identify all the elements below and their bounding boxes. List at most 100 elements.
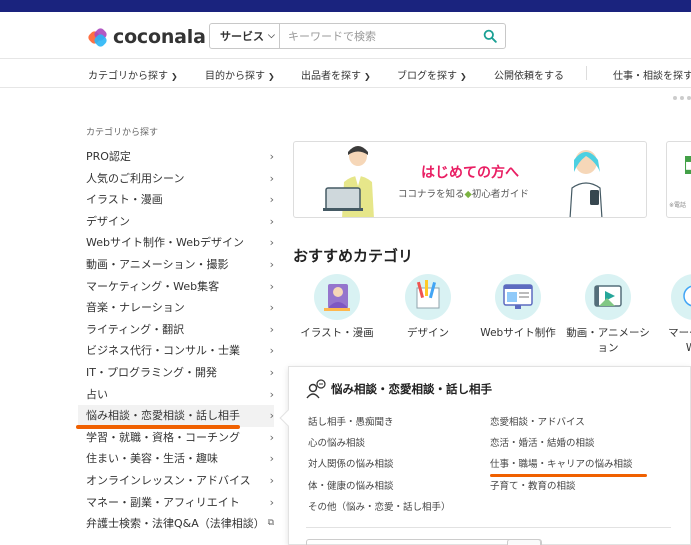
nav-purpose-label: 目的から探す <box>205 71 265 82</box>
category-label: イラスト・漫画 <box>300 327 374 339</box>
sidebar-item-label: イラスト・漫画 <box>86 193 163 207</box>
banner-subtitle: ココナラを知る◆初心者ガイド <box>398 186 529 200</box>
sidebar-item-lawyer[interactable]: 弁護士検索・法律Q&A（法律相談） ⧉ <box>86 513 274 535</box>
recommended-category-website[interactable]: Webサイト制作 <box>475 274 561 341</box>
chevron-down-icon: ⌵ <box>268 31 275 41</box>
sidebar-item-video[interactable]: 動画・アニメーション・撮影 › <box>86 254 274 276</box>
chevron-right-icon: › <box>269 150 274 163</box>
search-input[interactable] <box>280 24 475 48</box>
beginner-mark-icon: ◆ <box>464 189 472 200</box>
nav-sellers-label: 出品者を探す <box>301 71 361 82</box>
sidebar-item-writing[interactable]: ライティング・翻訳 › <box>86 319 274 341</box>
banner-title: はじめての方へ <box>421 165 519 181</box>
sidebar-item-online-lesson[interactable]: オンラインレッスン・アドバイス › <box>86 470 274 492</box>
carousel-dots <box>673 96 691 100</box>
sidebar-item-consultation[interactable]: 悩み相談・恋愛相談・話し相手 › <box>78 405 274 427</box>
design-icon <box>405 274 451 320</box>
person-with-phone-illustration <box>569 150 603 217</box>
recommended-category-marketing[interactable]: マーケティ We <box>651 274 691 356</box>
chevron-right-icon: › <box>269 409 274 423</box>
subcategory-link[interactable]: 子育て・教育の相談 <box>490 478 633 499</box>
sidebar-item-label: IT・プログラミング・開発 <box>86 365 217 379</box>
recommended-category-illustration[interactable]: イラスト・漫画 <box>294 274 380 341</box>
category-label: マーケティ We <box>668 327 691 354</box>
subcategory-link[interactable]: その他（悩み・恋愛・話し相手） <box>308 499 451 520</box>
carousel-dot[interactable] <box>687 96 691 100</box>
banner-subtitle-text: ココナラを知る <box>398 189 465 200</box>
search-type-select[interactable]: サービス ⌵ <box>210 24 280 48</box>
subcategory-link[interactable]: 話し相手・愚痴聞き <box>308 414 451 435</box>
sidebar-item-pro[interactable]: PRO認定 › <box>86 146 274 168</box>
chevron-right-icon: › <box>269 452 274 466</box>
chevron-right-icon: › <box>269 430 274 444</box>
highlight-underline <box>76 425 240 429</box>
subcategory-link[interactable]: 恋愛相談・アドバイス <box>490 414 633 435</box>
panel-pointer <box>279 409 297 427</box>
banner-subtitle-text-2: 初心者ガイド <box>471 189 529 200</box>
sidebar-item-label: 占い <box>86 387 108 401</box>
chevron-right-icon: › <box>269 193 274 207</box>
search-bar: サービス ⌵ <box>209 23 506 49</box>
sidebar-item-fortune[interactable]: 占い › <box>86 384 274 406</box>
sidebar-item-label: 音楽・ナレーション <box>86 301 185 315</box>
sidebar-item-marketing[interactable]: マーケティング・Web集客 › <box>86 276 274 298</box>
search-type-label: サービス <box>220 30 264 43</box>
subcategory-flyout-panel: 悩み相談・恋愛相談・話し相手 話し相手・愚痴聞き 心の悩み相談 対人関係の悩み相… <box>279 366 691 545</box>
sidebar-item-illustration[interactable]: イラスト・漫画 › <box>86 189 274 211</box>
sidebar-category-list: PRO認定 › 人気のご利用シーン › イラスト・漫画 › デザイン › Webサイト制… <box>78 146 274 535</box>
panel-header: 悩み相談・恋愛相談・話し相手 <box>306 379 492 399</box>
chevron-right-icon: › <box>269 365 274 379</box>
sidebar-item-music[interactable]: 音楽・ナレーション › <box>86 297 274 319</box>
recommended-category-video[interactable]: 動画・アニメーション <box>565 274 651 356</box>
chevron-right-icon: › <box>269 236 274 250</box>
search-button[interactable] <box>475 24 505 48</box>
panel-title: 悩み相談・恋愛相談・話し相手 <box>331 382 492 396</box>
global-nav: カテゴリから探す ❯ 目的から探す ❯ 出品者を探す ❯ ブログを探す ❯ 公開依頼をす… <box>0 58 691 88</box>
person-with-laptop-illustration <box>323 146 374 217</box>
category-label: Webサイト制作 <box>480 327 556 339</box>
chevron-right-icon: › <box>269 301 274 315</box>
subcategory-link[interactable]: 恋活・婚活・結婚の相談 <box>490 435 633 456</box>
subcategory-link[interactable]: 対人関係の悩み相談 <box>308 456 451 477</box>
panel-right-column: 恋愛相談・アドバイス 恋活・婚活・結婚の相談 仕事・職場・キャリアの悩み相談 子… <box>490 414 633 499</box>
sidebar-item-money[interactable]: マネー・副業・アフィリエイト › <box>86 492 274 514</box>
recommended-category-design[interactable]: デザイン <box>385 274 471 341</box>
sidebar-item-label: ライティング・翻訳 <box>86 322 185 336</box>
sidebar-item-business[interactable]: ビジネス代行・コンサル・士業 › <box>86 340 274 362</box>
nav-public-request[interactable]: 公開依頼をする <box>494 67 564 82</box>
sidebar-item-label: ビジネス代行・コンサル・士業 <box>86 344 240 358</box>
nav-divider <box>586 66 587 80</box>
sidebar-item-learning[interactable]: 学習・就職・資格・コーチング › <box>86 427 274 449</box>
sidebar-item-lifestyle[interactable]: 住まい・美容・生活・趣味 › <box>86 448 274 470</box>
illustration-icon <box>314 274 360 320</box>
banner2-small-text: ※電話 <box>669 202 687 209</box>
chevron-right-icon: › <box>269 473 274 487</box>
carousel-dot[interactable] <box>680 96 684 100</box>
nav-jobs[interactable]: 仕事・相談を探す❯ <box>613 67 691 82</box>
panel-search-button[interactable] <box>507 539 541 545</box>
banner2-badge-icon: ◼ <box>685 156 691 174</box>
sidebar-item-web[interactable]: Webサイト制作・Webデザイン › <box>86 232 274 254</box>
subcategory-link[interactable]: 体・健康の悩み相談 <box>308 478 451 499</box>
carousel-dot[interactable] <box>673 96 677 100</box>
sidebar-item-label: 人気のご利用シーン <box>86 171 185 185</box>
coconala-logo[interactable]: coconala <box>86 26 206 49</box>
sidebar-item-label: 悩み相談・恋愛相談・話し相手 <box>86 409 240 423</box>
chevron-down-icon: ❯ <box>364 72 371 81</box>
secondary-banner[interactable]: ◼ ※電話 <box>666 141 691 218</box>
sidebar-item-design[interactable]: デザイン › <box>86 211 274 233</box>
chevron-right-icon: › <box>269 257 274 271</box>
highlight-underline <box>490 474 647 477</box>
sidebar-item-label: 動画・アニメーション・撮影 <box>86 257 229 271</box>
subcategory-link[interactable]: 心の悩み相談 <box>308 435 451 456</box>
sidebar-item-popular-scenes[interactable]: 人気のご利用シーン › <box>86 168 274 190</box>
nav-sellers[interactable]: 出品者を探す ❯ <box>301 67 371 82</box>
nav-purpose[interactable]: 目的から探す ❯ <box>205 67 275 82</box>
nav-category[interactable]: カテゴリから探す ❯ <box>88 67 178 82</box>
chevron-down-icon: ❯ <box>460 72 467 81</box>
nav-blog[interactable]: ブログを探す ❯ <box>397 67 467 82</box>
beginner-guide-banner[interactable]: はじめての方へ ココナラを知る◆初心者ガイド <box>293 141 647 218</box>
sidebar-item-label: Webサイト制作・Webデザイン <box>86 236 244 250</box>
sidebar-item-it[interactable]: IT・プログラミング・開発 › <box>86 362 274 384</box>
website-icon <box>495 274 541 320</box>
